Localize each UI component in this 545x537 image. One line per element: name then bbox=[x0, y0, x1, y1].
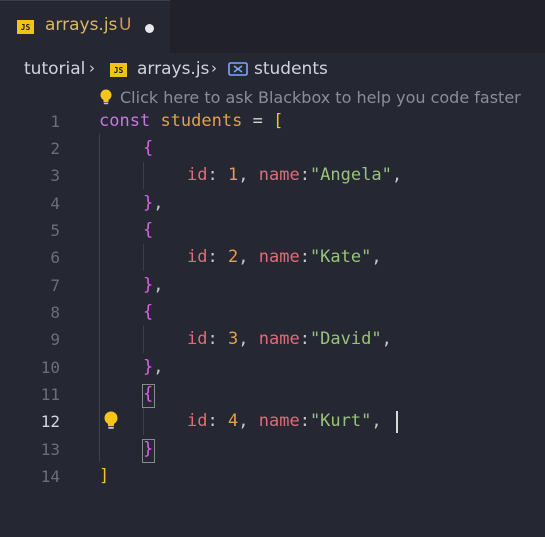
tab-arrays-js[interactable]: JS arrays.js U bbox=[0, 0, 170, 53]
line-number: 10 bbox=[40, 358, 60, 377]
breadcrumb: tutorial › arrays.js › students bbox=[0, 53, 545, 86]
chevron-right-icon: › bbox=[211, 59, 217, 77]
git-untracked-badge: U bbox=[119, 15, 132, 35]
chevron-right-icon: › bbox=[89, 59, 95, 77]
line-number: 6 bbox=[50, 248, 60, 267]
code-line[interactable]: id: 3, name:"David", bbox=[187, 329, 392, 349]
variable-icon bbox=[228, 62, 248, 76]
line-number-active: 12 bbox=[40, 412, 60, 431]
code-line[interactable]: id: 1, name:"Angela", bbox=[187, 165, 402, 185]
lightbulb-icon bbox=[100, 89, 112, 105]
code-line[interactable]: }, bbox=[143, 193, 164, 213]
indent-guide bbox=[143, 326, 144, 353]
breadcrumb-file[interactable]: arrays.js bbox=[137, 59, 209, 79]
line-number: 7 bbox=[50, 276, 60, 295]
line-number: 9 bbox=[50, 330, 60, 349]
line-number: 13 bbox=[40, 440, 60, 459]
code-line[interactable]: { bbox=[143, 384, 153, 404]
breadcrumb-symbol[interactable]: students bbox=[254, 59, 328, 79]
code-line[interactable]: const students = [ bbox=[99, 111, 283, 131]
line-number: 1 bbox=[50, 112, 60, 131]
code-line[interactable]: { bbox=[143, 138, 153, 158]
indent-guide bbox=[99, 134, 100, 462]
js-file-icon: JS bbox=[110, 63, 127, 77]
text-cursor bbox=[396, 411, 398, 433]
line-number: 3 bbox=[50, 166, 60, 185]
line-number: 14 bbox=[40, 467, 60, 486]
code-line[interactable]: { bbox=[143, 220, 153, 240]
code-line-active[interactable]: id: 4, name:"Kurt", bbox=[187, 411, 382, 431]
line-number: 11 bbox=[40, 385, 60, 404]
code-line[interactable]: }, bbox=[143, 275, 164, 295]
js-file-icon: JS bbox=[17, 20, 34, 34]
code-line[interactable]: { bbox=[143, 302, 153, 322]
code-line[interactable]: }, bbox=[143, 357, 164, 377]
code-line[interactable]: ] bbox=[99, 466, 109, 486]
code-line[interactable]: id: 2, name:"Kate", bbox=[187, 247, 382, 267]
line-number: 5 bbox=[50, 221, 60, 240]
unsaved-dot-icon[interactable] bbox=[145, 24, 154, 33]
indent-guide bbox=[143, 408, 144, 435]
tab-bar: JS arrays.js U bbox=[0, 0, 545, 53]
blackbox-hint[interactable]: Click here to ask Blackbox to help you c… bbox=[120, 88, 521, 107]
line-number: 4 bbox=[50, 194, 60, 213]
line-number: 8 bbox=[50, 303, 60, 322]
breadcrumb-folder[interactable]: tutorial bbox=[24, 59, 85, 79]
line-number: 2 bbox=[50, 139, 60, 158]
tab-title: arrays.js bbox=[45, 15, 118, 35]
indent-guide bbox=[143, 162, 144, 189]
code-line[interactable]: } bbox=[143, 439, 153, 459]
lightbulb-icon[interactable] bbox=[103, 411, 119, 431]
indent-guide bbox=[143, 244, 144, 271]
